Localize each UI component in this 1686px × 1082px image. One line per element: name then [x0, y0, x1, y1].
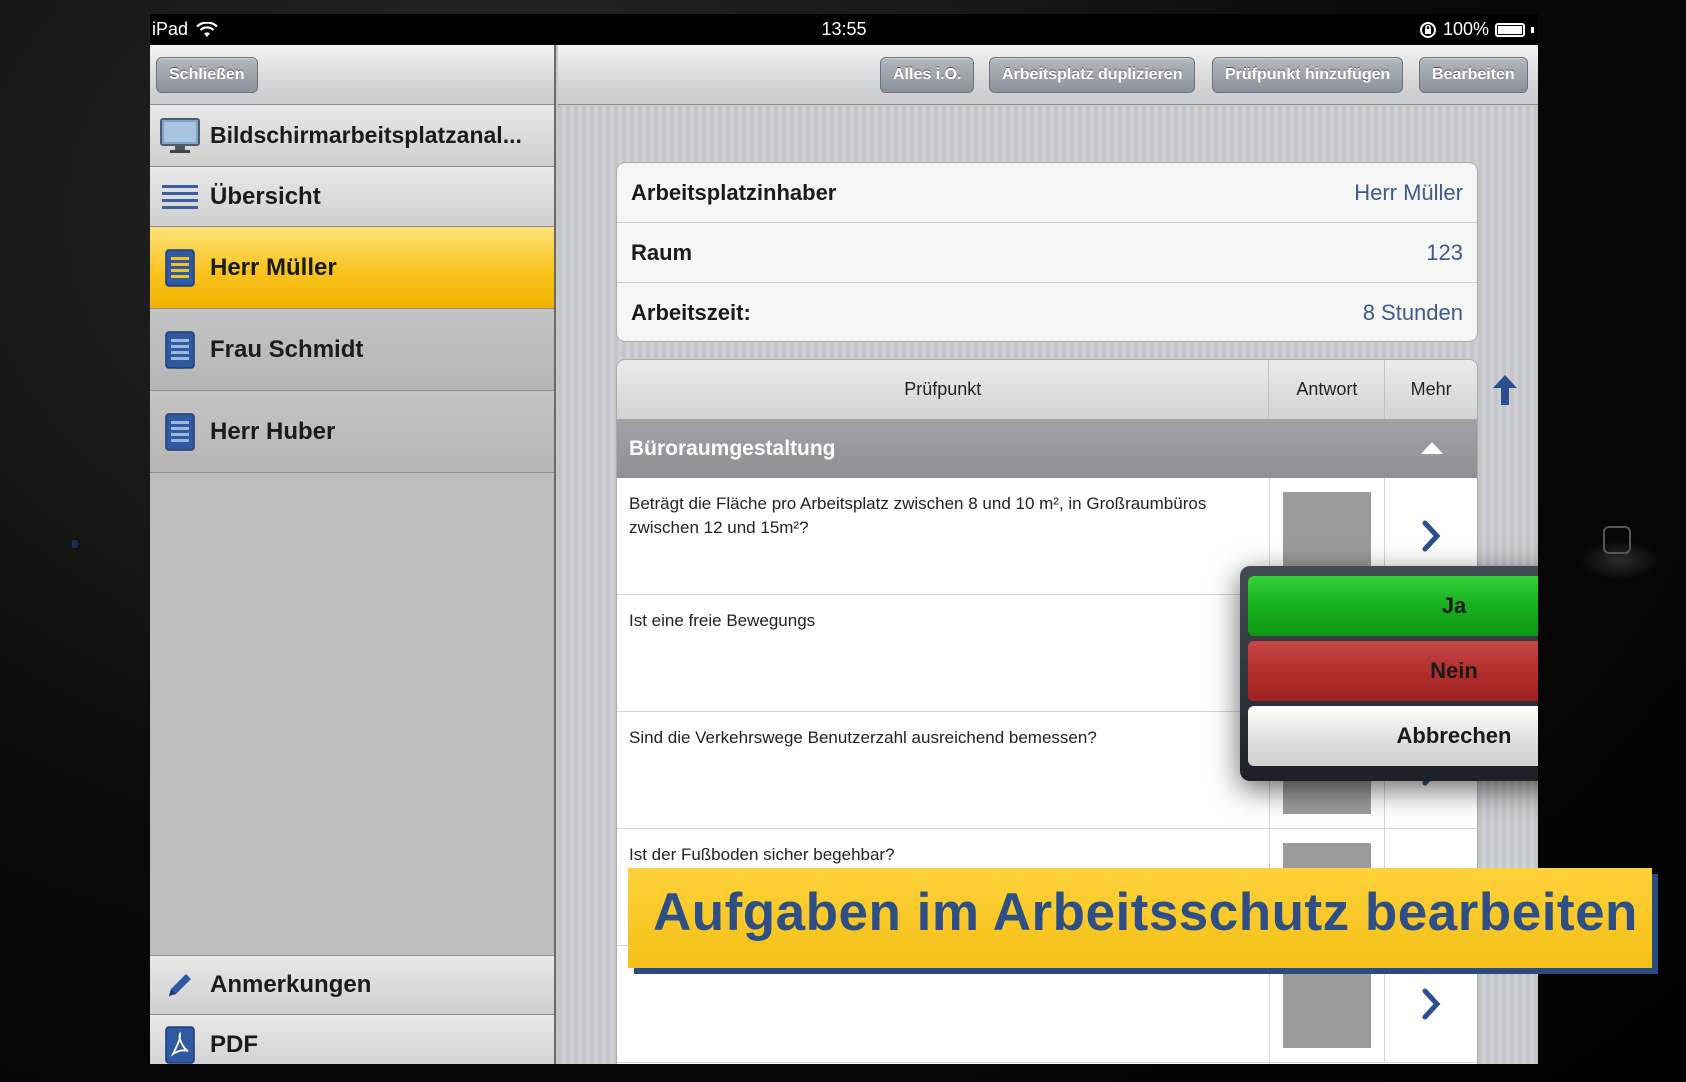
sidebar-item-herr-huber[interactable]: Herr Huber [150, 391, 554, 473]
column-header-more: Mehr [1410, 379, 1452, 399]
master-pane: Schließen Bildschirmarbeitsplatzanal... [150, 45, 556, 1064]
column-header-point: Prüfpunkt [617, 360, 1270, 419]
app-title: Bildschirmarbeitsplatzanal... [210, 122, 522, 148]
monitor-icon [160, 117, 200, 153]
sidebar-item-label: Herr Huber [210, 417, 336, 445]
sidebar-item-label: Frau Schmidt [210, 335, 364, 363]
status-bar: iPad 13:55 100% [150, 14, 1538, 45]
frame-dot [72, 540, 78, 548]
section-header[interactable]: Büroraumgestaltung [617, 420, 1477, 478]
chevron-right-icon[interactable] [1417, 987, 1445, 1021]
table-header: Prüfpunkt Antwort Mehr [617, 360, 1477, 420]
document-icon [165, 248, 195, 287]
document-icon [165, 412, 195, 451]
sidebar-item-overview[interactable]: Übersicht [150, 167, 554, 227]
no-button[interactable]: Nein [1248, 641, 1538, 701]
info-label: Raum [631, 239, 693, 265]
document-icon [165, 330, 195, 369]
duplicate-workplace-button[interactable]: Arbeitsplatz duplizieren [989, 57, 1196, 93]
question-text: Beträgt die Fläche pro Arbeitsplatz zwis… [617, 478, 1270, 594]
clock: 13:55 [821, 19, 867, 39]
all-ok-button[interactable]: Alles i.O. [880, 57, 975, 93]
info-value: 123 [1426, 239, 1463, 265]
pencil-icon [169, 974, 191, 996]
answer-box[interactable] [1282, 960, 1371, 1048]
promo-banner: Aufgaben im Arbeitsschutz bearbeiten [628, 868, 1652, 968]
arrow-up-icon[interactable] [1490, 373, 1520, 407]
collapse-triangle-icon[interactable] [1421, 442, 1443, 454]
question-text: Ist eine freie Bewegungs [617, 595, 1270, 711]
notes-label: Anmerkungen [210, 971, 372, 998]
sidebar-item-herr-mueller[interactable]: Herr Müller [150, 227, 554, 309]
cancel-button[interactable]: Abbrechen [1248, 706, 1538, 766]
info-value: 8 Stunden [1362, 300, 1463, 325]
pdf-icon [165, 1025, 195, 1064]
battery-percent: 100% [1442, 19, 1489, 39]
info-row-worktime[interactable]: Arbeitszeit: 8 Stunden [617, 283, 1477, 341]
battery-icon [1495, 22, 1525, 37]
chevron-right-icon[interactable] [1417, 519, 1445, 553]
ipad-frame: iPad 13:55 100% Schließen Bildschirmarbe… [0, 0, 1686, 1082]
home-button[interactable] [1603, 526, 1631, 554]
banner-text: Aufgaben im Arbeitsschutz bearbeiten [653, 883, 1638, 942]
info-label: Arbeitszeit: [631, 300, 751, 325]
overview-label: Übersicht [210, 182, 321, 210]
pdf-label: PDF [210, 1030, 258, 1058]
answer-popover: Ja Nein Abbrechen [1240, 566, 1538, 781]
master-toolbar: Schließen [150, 45, 554, 105]
column-header-answer: Antwort [1269, 360, 1386, 419]
sidebar-item-label: Herr Müller [210, 253, 337, 281]
sidebar-item-notes[interactable]: Anmerkungen [150, 955, 554, 1015]
section-title: Büroraumgestaltung [629, 437, 836, 460]
battery-tip [1531, 26, 1534, 33]
info-row-room[interactable]: Raum 123 [617, 223, 1477, 283]
workplace-info-card: Arbeitsplatzinhaber Herr Müller Raum 123… [616, 162, 1478, 342]
close-button[interactable]: Schließen [156, 57, 258, 93]
info-row-owner[interactable]: Arbeitsplatzinhaber Herr Müller [617, 163, 1477, 223]
question-text: Sind die Verkehrswege Benutzerzahl ausre… [617, 712, 1270, 828]
info-value: Herr Müller [1354, 179, 1463, 205]
info-label: Arbeitsplatzinhaber [631, 179, 837, 205]
yes-button[interactable]: Ja [1248, 576, 1538, 636]
rotation-lock-icon [1419, 21, 1436, 38]
edit-button[interactable]: Bearbeiten [1419, 57, 1528, 93]
detail-toolbar: Alles i.O. Arbeitsplatz duplizieren Prüf… [558, 45, 1538, 105]
app-title-row[interactable]: Bildschirmarbeitsplatzanal... [150, 105, 554, 167]
sidebar-item-pdf[interactable]: PDF [150, 1015, 554, 1064]
list-icon [162, 184, 198, 209]
sidebar-item-frau-schmidt[interactable]: Frau Schmidt [150, 309, 554, 391]
add-checkpoint-button[interactable]: Prüfpunkt hinzufügen [1212, 57, 1404, 93]
